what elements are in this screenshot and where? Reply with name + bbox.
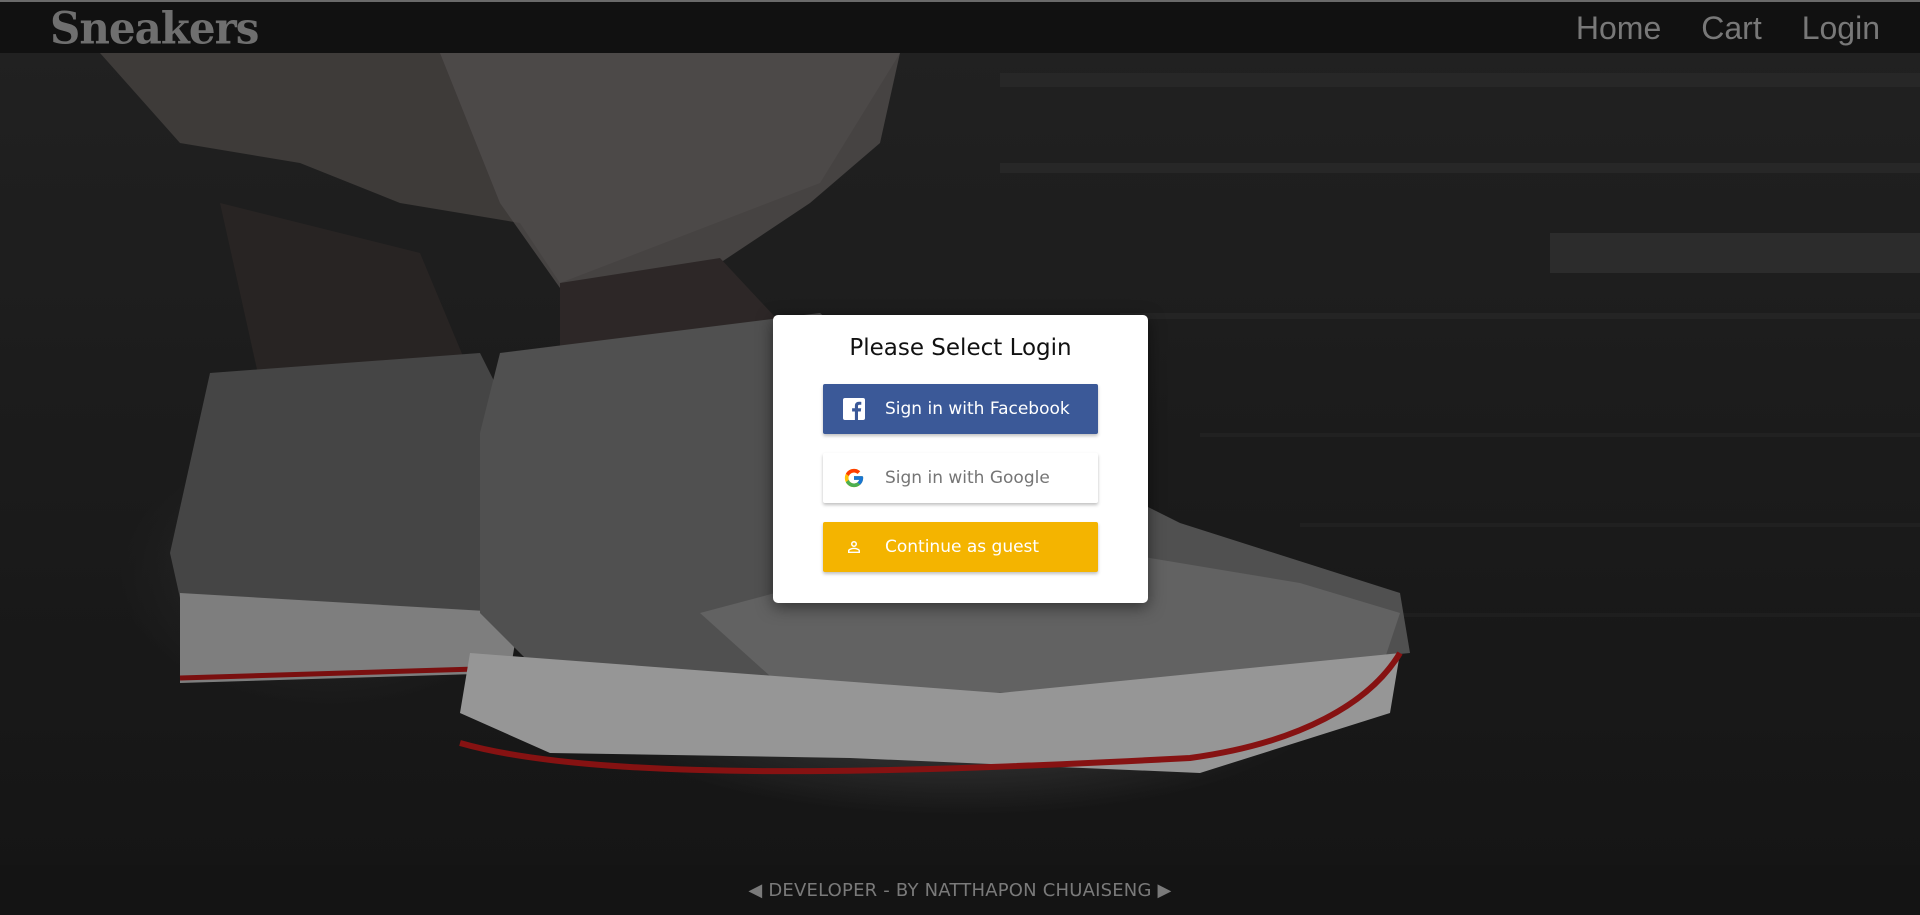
login-dialog: Please Select Login Sign in with Faceboo… [773,315,1148,603]
facebook-signin-label: Sign in with Facebook [885,399,1070,419]
footer: ◀ DEVELOPER - BY NATTHAPON CHUAISENG ▶ [0,865,1920,915]
facebook-signin-button[interactable]: Sign in with Facebook [823,384,1098,434]
navbar: Sneakers Home Cart Login [0,2,1920,54]
guest-continue-button[interactable]: Continue as guest [823,522,1098,572]
guest-continue-label: Continue as guest [885,537,1040,557]
google-icon [823,453,885,503]
facebook-icon [823,384,885,434]
google-signin-button[interactable]: Sign in with Google [823,453,1098,503]
footer-credit: ◀ DEVELOPER - BY NATTHAPON CHUAISENG ▶ [748,879,1172,901]
person-icon [823,522,885,572]
google-signin-label: Sign in with Google [885,468,1050,488]
nav-link-home[interactable]: Home [1576,8,1661,48]
site-logo[interactable]: Sneakers [50,3,259,54]
nav-links: Home Cart Login [1576,8,1880,48]
nav-link-login[interactable]: Login [1802,8,1880,48]
nav-link-cart[interactable]: Cart [1701,8,1761,48]
dialog-title: Please Select Login [849,335,1072,361]
